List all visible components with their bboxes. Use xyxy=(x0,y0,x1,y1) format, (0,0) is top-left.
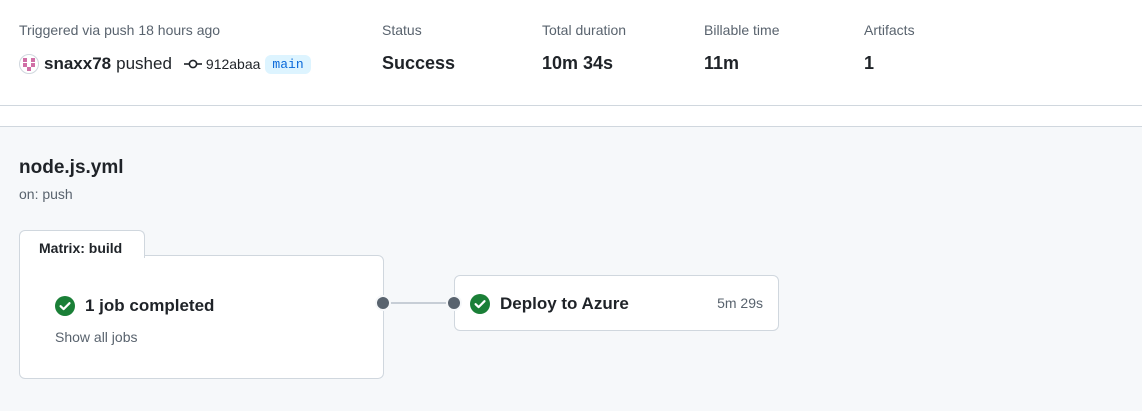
workflow-file-name: node.js.yml xyxy=(19,157,124,178)
job-card-deploy[interactable]: Deploy to Azure 5m 29s xyxy=(454,275,779,331)
actor-link[interactable]: snaxx78 xyxy=(44,54,111,74)
matrix-card[interactable]: 1 job completed Show all jobs xyxy=(19,255,384,379)
action-text: pushed xyxy=(116,54,172,73)
workflow-trigger: on: push xyxy=(19,186,73,202)
connector-end-dot xyxy=(446,295,462,311)
duration-value[interactable]: 10m 34s xyxy=(542,53,613,74)
connector-start-dot xyxy=(375,295,391,311)
branch-badge[interactable]: main xyxy=(265,54,311,74)
trigger-text: Triggered via push 18 hours ago xyxy=(19,22,221,38)
push-info: snaxx78 pushed 912abaa main xyxy=(19,52,311,76)
status-label: Status xyxy=(382,22,422,38)
matrix-tab[interactable]: Matrix: build xyxy=(19,230,145,258)
check-circle-icon xyxy=(470,294,490,314)
check-circle-icon xyxy=(55,296,75,316)
workflow-graph-area: node.js.yml on: push Matrix: build 1 job… xyxy=(0,126,1142,411)
artifacts-value[interactable]: 1 xyxy=(864,53,874,74)
commit-sha-link[interactable]: 912abaa xyxy=(206,56,261,72)
billable-label: Billable time xyxy=(704,22,780,38)
duration-label: Total duration xyxy=(542,22,627,38)
matrix-tab-label: Matrix: build xyxy=(39,240,123,256)
job-name: Deploy to Azure xyxy=(500,294,629,313)
billable-value: 11m xyxy=(704,53,740,73)
git-commit-icon xyxy=(183,59,202,69)
avatar[interactable] xyxy=(19,54,39,74)
job-duration: 5m 29s xyxy=(717,295,763,311)
run-summary: Triggered via push 18 hours ago snaxx78 … xyxy=(0,0,1142,106)
status-value: Success xyxy=(382,53,456,73)
artifacts-label: Artifacts xyxy=(864,22,915,38)
job-connector-line xyxy=(384,302,454,304)
show-all-jobs-link[interactable]: Show all jobs xyxy=(55,329,138,345)
matrix-status-text: 1 job completed xyxy=(85,296,215,315)
